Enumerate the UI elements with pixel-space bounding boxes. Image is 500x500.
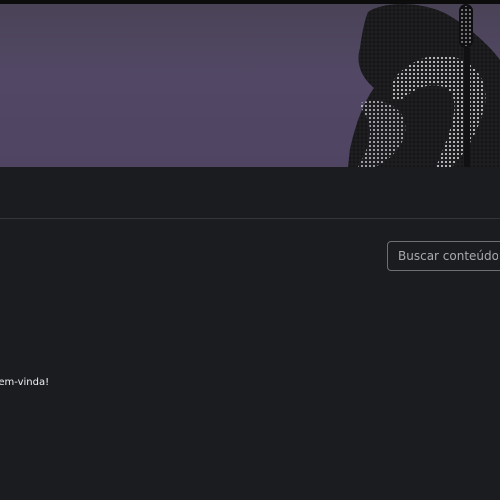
- hero-banner: [0, 4, 500, 167]
- toolbar-band: [0, 167, 500, 219]
- search-input[interactable]: [387, 241, 500, 271]
- welcome-message: ito bem-vinda!: [0, 377, 50, 388]
- singer-photo: [348, 4, 500, 167]
